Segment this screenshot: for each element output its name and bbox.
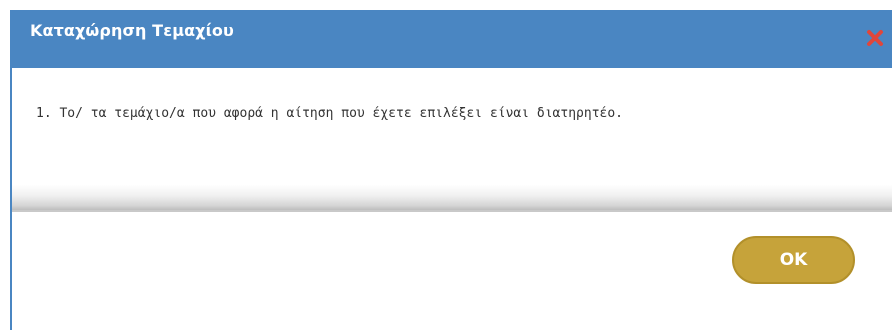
confirmation-dialog: Καταχώρηση Τεμαχίου 1. Το/ τα τεμάχιο/α … xyxy=(10,10,892,330)
ok-button[interactable]: OK xyxy=(732,236,855,284)
dialog-title: Καταχώρηση Τεμαχίου xyxy=(30,21,234,40)
dialog-titlebar: Καταχώρηση Τεμαχίου xyxy=(12,10,892,68)
dialog-message: 1. Το/ τα τεμάχιο/α που αφορά η αίτηση π… xyxy=(36,106,623,121)
dialog-divider xyxy=(12,210,892,212)
close-icon[interactable] xyxy=(864,27,886,49)
dialog-body: 1. Το/ τα τεμάχιο/α που αφορά η αίτηση π… xyxy=(12,68,892,210)
